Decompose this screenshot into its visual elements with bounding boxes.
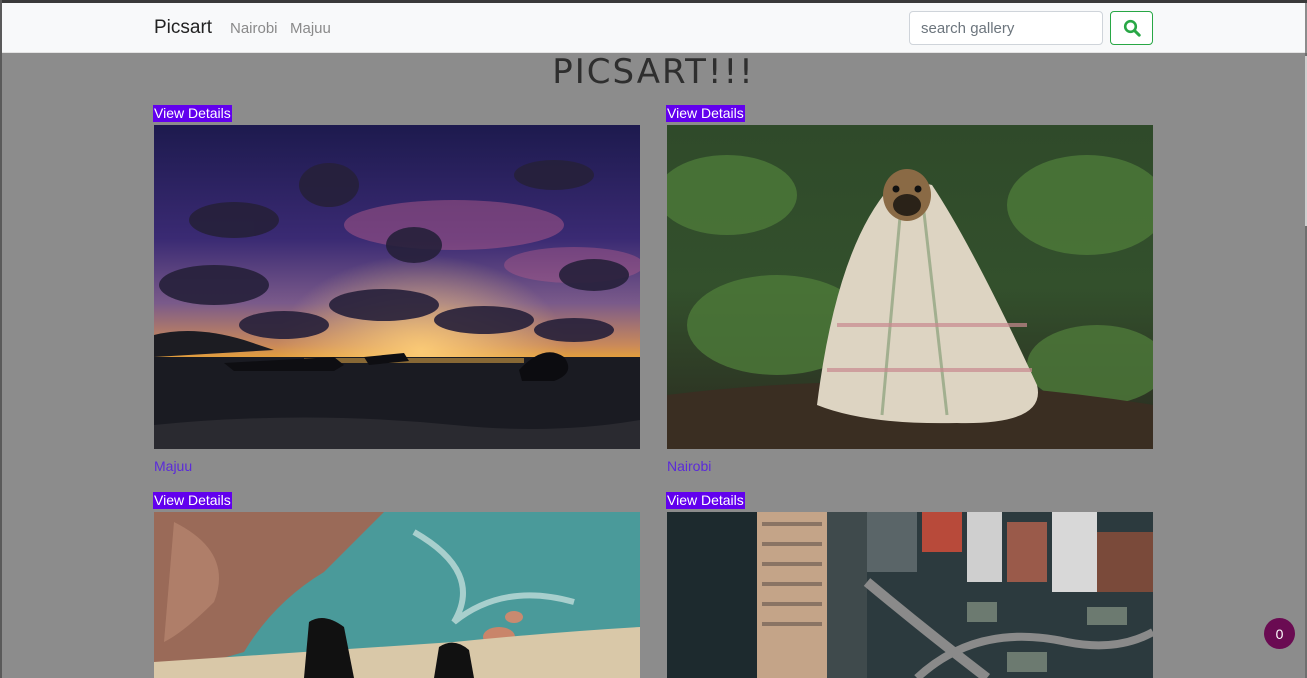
gallery-image-cliff[interactable] bbox=[154, 512, 640, 678]
brand-logo[interactable]: Picsart bbox=[154, 17, 212, 39]
search-input[interactable] bbox=[909, 11, 1103, 45]
search-icon bbox=[1123, 19, 1141, 37]
navbar: Picsart Nairobi Majuu bbox=[2, 3, 1305, 53]
view-details-link[interactable]: View Details bbox=[153, 492, 232, 509]
gallery-caption[interactable]: Nairobi bbox=[667, 458, 711, 474]
notification-badge[interactable]: 0 bbox=[1264, 618, 1295, 649]
gallery-image-pug[interactable] bbox=[667, 125, 1153, 449]
gallery-image-sunset[interactable] bbox=[154, 125, 640, 449]
gallery-caption[interactable]: Majuu bbox=[154, 458, 192, 474]
nav-link-nairobi[interactable]: Nairobi bbox=[230, 20, 278, 37]
nav-link-majuu[interactable]: Majuu bbox=[290, 20, 331, 37]
view-details-link[interactable]: View Details bbox=[666, 492, 745, 509]
window-left-edge bbox=[0, 0, 2, 678]
view-details-link[interactable]: View Details bbox=[666, 105, 745, 122]
search-button[interactable] bbox=[1110, 11, 1153, 45]
gallery-image-city[interactable] bbox=[667, 512, 1153, 678]
page-title: PICSART!!! bbox=[552, 52, 755, 92]
view-details-link[interactable]: View Details bbox=[153, 105, 232, 122]
